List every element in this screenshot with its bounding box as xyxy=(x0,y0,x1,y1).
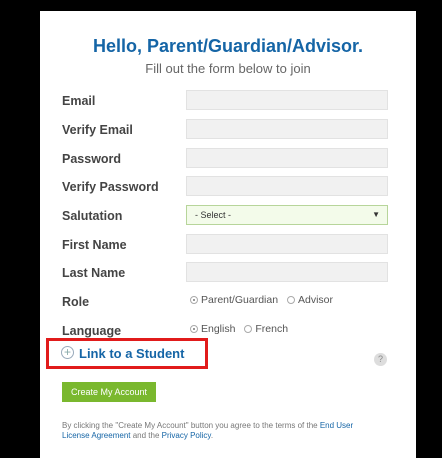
verify-email-field[interactable] xyxy=(186,119,388,139)
radio-selected-icon xyxy=(190,325,198,333)
plus-circle-icon: + xyxy=(61,346,74,359)
salutation-label: Salutation xyxy=(62,209,123,223)
role-radio-group: Parent/Guardian Advisor xyxy=(190,294,339,306)
last-name-label: Last Name xyxy=(62,266,126,280)
terms-text: By clicking the "Create My Account" butt… xyxy=(62,421,354,440)
role-label: Role xyxy=(62,295,90,309)
chevron-down-icon: ▼ xyxy=(372,210,380,219)
language-label: Language xyxy=(62,324,122,338)
page-subtitle: Fill out the form below to join xyxy=(145,61,311,76)
language-option-english[interactable]: English xyxy=(190,323,235,335)
radio-empty-icon xyxy=(286,296,295,304)
salutation-select[interactable]: - Select - ▼ xyxy=(186,205,388,225)
create-account-button[interactable]: Create My Account xyxy=(62,382,156,402)
email-row: Email xyxy=(62,90,392,112)
verify-password-row: Verify Password xyxy=(62,176,392,198)
language-radio-group: English French xyxy=(190,323,294,335)
first-name-field[interactable] xyxy=(186,234,388,254)
language-option-french[interactable]: French xyxy=(244,323,288,335)
signup-card: Hello, Parent/Guardian/Advisor. Fill out… xyxy=(40,11,416,458)
password-row: Password xyxy=(62,148,392,170)
page-title: Hello, Parent/Guardian/Advisor. xyxy=(92,36,364,56)
last-name-row: Last Name xyxy=(62,262,392,284)
help-icon[interactable]: ? xyxy=(374,353,387,366)
first-name-row: First Name xyxy=(62,234,392,256)
email-label: Email xyxy=(62,94,96,108)
privacy-policy-link[interactable]: Privacy Policy xyxy=(162,431,211,440)
salutation-row: Salutation - Select - ▼ xyxy=(62,205,392,227)
verify-email-label: Verify Email xyxy=(62,123,133,137)
email-field[interactable] xyxy=(186,90,388,110)
radio-selected-icon xyxy=(190,296,198,304)
first-name-label: First Name xyxy=(62,238,127,252)
verify-email-row: Verify Email xyxy=(62,119,392,141)
role-option-parent[interactable]: Parent/Guardian xyxy=(190,294,278,306)
salutation-value: - Select - xyxy=(195,210,232,220)
last-name-field[interactable] xyxy=(186,262,388,282)
password-label: Password xyxy=(62,152,122,166)
verify-password-label: Verify Password xyxy=(62,180,159,194)
radio-empty-icon xyxy=(244,325,253,333)
link-to-student-label: Link to a Student xyxy=(79,346,185,361)
link-to-student-button[interactable]: + Link to a Student xyxy=(46,338,208,369)
verify-password-field[interactable] xyxy=(186,176,388,196)
role-row: Role Parent/Guardian Advisor xyxy=(62,291,392,313)
password-field[interactable] xyxy=(186,148,388,168)
role-option-advisor[interactable]: Advisor xyxy=(286,294,333,306)
